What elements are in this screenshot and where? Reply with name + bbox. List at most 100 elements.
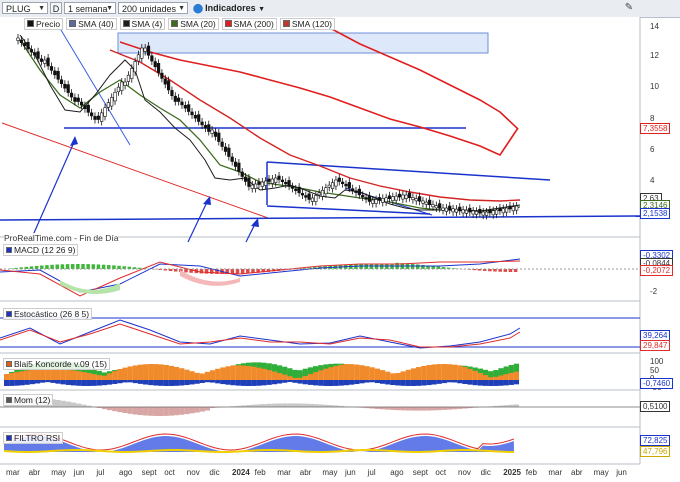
mom-bar xyxy=(266,403,272,407)
candle-body xyxy=(33,52,37,56)
koncorde-orange xyxy=(410,368,417,380)
candle-body xyxy=(217,132,221,142)
mom-bar xyxy=(426,407,432,411)
koncorde-orange xyxy=(462,366,468,380)
koncorde-blue xyxy=(127,380,133,383)
candle-body xyxy=(361,195,365,198)
candle-body xyxy=(280,179,284,183)
mom-bar xyxy=(199,407,205,412)
candle-body xyxy=(69,92,74,98)
koncorde-green xyxy=(235,364,241,366)
koncorde-blue xyxy=(163,380,169,386)
koncorde-green xyxy=(323,364,329,369)
month-label: sept xyxy=(412,468,428,477)
legend-item[interactable]: SMA (4) xyxy=(119,17,166,30)
legend-item[interactable]: SMA (20) xyxy=(168,17,219,30)
mom-bar xyxy=(416,407,422,411)
koncorde-blue xyxy=(91,380,97,386)
koncorde-blue xyxy=(472,380,478,386)
macd-bar xyxy=(112,265,116,269)
koncorde-blue xyxy=(96,380,102,386)
candle-body xyxy=(511,206,515,212)
koncorde-orange xyxy=(343,364,350,380)
mom-bar xyxy=(189,407,195,414)
rsi-fills xyxy=(3,433,515,453)
koncorde-orange xyxy=(220,367,226,380)
koncorde-blue xyxy=(215,380,221,384)
candle-body xyxy=(190,111,194,116)
candle-body xyxy=(243,176,248,182)
mom-tag: 0,5100 xyxy=(640,401,671,412)
candle-body xyxy=(515,205,519,211)
koncorde-green xyxy=(112,370,118,372)
koncorde-green xyxy=(14,369,20,373)
koncorde-blue xyxy=(230,380,236,386)
candle-body xyxy=(223,146,228,152)
candle-body xyxy=(130,68,134,80)
candle-body xyxy=(351,188,355,191)
koncorde-orange xyxy=(215,368,221,380)
legend-item[interactable]: Precio xyxy=(24,17,64,30)
mom-bar xyxy=(390,407,396,410)
koncorde-blue xyxy=(452,380,458,383)
candle-body xyxy=(73,97,77,102)
mom-bar xyxy=(421,407,427,411)
koncorde-orange xyxy=(240,364,247,380)
timeframe-selector[interactable]: 1 semana ▼ xyxy=(64,2,116,14)
candle-body xyxy=(136,54,141,62)
candle-body xyxy=(367,195,372,202)
macd-bar xyxy=(199,269,204,274)
rsi-tag-1: 72,825 xyxy=(640,435,671,446)
candle-body xyxy=(374,199,378,204)
candle-body xyxy=(438,203,442,209)
koncorde-blue xyxy=(55,380,61,384)
candle-body xyxy=(498,207,502,212)
koncorde-orange xyxy=(143,364,149,380)
koncorde-green xyxy=(302,368,308,376)
candle-body xyxy=(377,197,382,201)
month-label: 2025 xyxy=(503,468,521,477)
koncorde-blue xyxy=(503,380,509,386)
koncorde-blue xyxy=(354,380,360,385)
units-selector[interactable]: 200 unidades ▼ xyxy=(118,2,188,14)
candle-body xyxy=(391,196,395,202)
candle-body xyxy=(167,80,171,91)
macd-swatch xyxy=(6,247,12,253)
legend-item[interactable]: SMA (120) xyxy=(279,17,335,30)
month-label: may xyxy=(322,468,338,477)
month-label: may xyxy=(593,468,609,477)
legend-item[interactable]: SMA (40) xyxy=(66,17,117,30)
mom-bar xyxy=(137,407,144,416)
koncorde-blue xyxy=(189,380,195,385)
koncorde-green xyxy=(307,367,314,375)
candle-body xyxy=(307,193,311,200)
pencil-icon[interactable]: ✎ xyxy=(622,2,636,14)
candle-body xyxy=(451,208,455,213)
koncorde-blue xyxy=(338,380,344,386)
candle-body xyxy=(36,51,40,59)
candle-body xyxy=(173,95,177,102)
koncorde-blue xyxy=(153,380,159,386)
candle-body xyxy=(484,211,489,216)
koncorde-green xyxy=(503,366,509,375)
candle-body xyxy=(210,129,214,134)
candle-body xyxy=(153,61,157,68)
symbol-selector[interactable]: PLUG ▼ xyxy=(2,2,48,14)
koncorde-blue xyxy=(251,380,257,386)
macd-bar xyxy=(65,264,70,269)
koncorde-orange xyxy=(426,365,432,380)
indicators-button[interactable]: ⬤ Indicadores ▼ xyxy=(190,2,268,14)
koncorde-blue xyxy=(431,380,437,385)
mom-bar xyxy=(297,403,303,407)
koncorde-green xyxy=(297,370,303,378)
koncorde-blue xyxy=(112,380,118,384)
month-label: ago xyxy=(119,468,133,477)
macd-bar xyxy=(107,265,111,269)
legend-item[interactable]: SMA (200) xyxy=(221,17,277,30)
mom-bar xyxy=(112,407,118,412)
macd-bar xyxy=(81,264,85,269)
daily-button[interactable]: D xyxy=(50,2,62,14)
koncorde-orange xyxy=(441,364,447,380)
month-label: ago xyxy=(390,468,404,477)
candle-body xyxy=(49,66,54,71)
